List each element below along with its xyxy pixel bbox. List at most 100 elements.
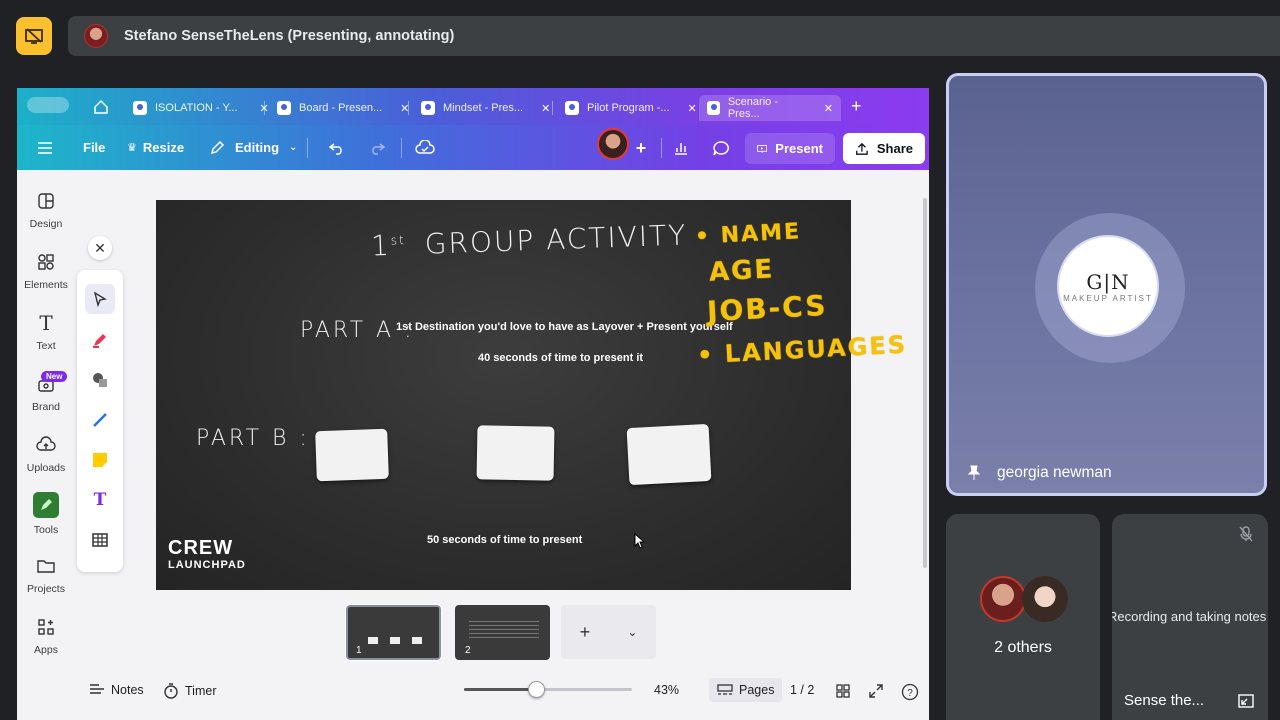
blank-card[interactable] xyxy=(315,428,389,482)
share-label: Share xyxy=(876,141,913,156)
vertical-scrollbar[interactable] xyxy=(923,198,927,568)
zoom-level[interactable]: 43% xyxy=(654,683,679,697)
add-page-button[interactable]: + ⌄ xyxy=(561,605,656,659)
layout-icon xyxy=(35,190,57,212)
blank-card[interactable] xyxy=(476,425,555,481)
collaborator-avatar[interactable] xyxy=(597,128,629,160)
left-sidebar: Design Elements T Text New Brand Uploads… xyxy=(17,170,75,720)
undo-button[interactable] xyxy=(323,134,351,162)
editing-mode-button[interactable]: Editing ⌄ xyxy=(209,125,297,170)
tab-board[interactable]: Board - Presen... ✕ xyxy=(269,95,417,121)
present-icon xyxy=(757,144,768,153)
tab-mindset[interactable]: Mindset - Pres... ✕ xyxy=(413,95,558,121)
canva-window: ISOLATION - Y... ✕ Board - Presen... ✕ M… xyxy=(17,88,929,720)
cloud-check-icon xyxy=(415,140,435,154)
cloud-upload-icon xyxy=(35,434,57,456)
page-number: 1 xyxy=(356,645,362,656)
present-button[interactable]: Present xyxy=(745,133,835,164)
tab-label: Mindset - Pres... xyxy=(443,102,524,114)
canva-tab-icon xyxy=(277,101,291,115)
tab-label: Pilot Program -... xyxy=(587,102,670,114)
annotation-job: JOB-CS xyxy=(706,288,829,329)
sidebar-item-text[interactable]: T Text xyxy=(17,311,75,352)
plus-icon: + xyxy=(635,137,647,158)
blank-card[interactable] xyxy=(626,423,712,486)
tab-isolation[interactable]: ISOLATION - Y... ✕ xyxy=(125,95,277,121)
bar-chart-icon xyxy=(675,143,687,155)
table-icon xyxy=(92,533,108,547)
sidebar-item-apps[interactable]: Apps xyxy=(17,616,75,656)
timer-button[interactable]: Timer xyxy=(163,683,216,699)
canva-tab-icon xyxy=(565,101,579,115)
tab-scenario[interactable]: Scenario - Pres... ✕ xyxy=(699,95,841,121)
sidebar-item-label: Apps xyxy=(34,644,58,656)
table-tool[interactable] xyxy=(85,525,115,555)
title-superscript: st xyxy=(390,232,406,248)
title-number: 1 xyxy=(370,228,392,263)
text-tool[interactable]: T xyxy=(85,485,115,515)
comment-button[interactable] xyxy=(707,134,735,162)
editor-toolbar: File ♛ Resize Editing ⌄ + Present Share xyxy=(17,125,929,170)
menu-icon[interactable] xyxy=(37,125,53,170)
cloud-saved-button[interactable] xyxy=(411,134,439,162)
undo-icon xyxy=(329,143,342,155)
sidebar-item-label: Design xyxy=(29,218,63,230)
pages-icon xyxy=(717,684,733,695)
new-tab-button[interactable]: + xyxy=(851,96,862,117)
zoom-slider[interactable] xyxy=(464,681,632,698)
help-icon: ? xyxy=(901,683,919,701)
home-icon[interactable] xyxy=(91,97,111,117)
editing-label: Editing xyxy=(235,140,280,155)
redo-button[interactable] xyxy=(363,134,391,162)
sidebar-item-design[interactable]: Design xyxy=(17,190,75,230)
close-palette-button[interactable]: ✕ xyxy=(88,236,112,260)
fullscreen-button[interactable] xyxy=(868,683,884,699)
add-collaborator-button[interactable]: + xyxy=(627,134,655,162)
expand-icon xyxy=(869,684,883,698)
plus-icon: + xyxy=(579,621,591,642)
close-tab-icon[interactable]: ✕ xyxy=(824,102,833,115)
redo-icon xyxy=(372,143,385,155)
line-tool[interactable] xyxy=(85,405,115,435)
participant-tile-georgia[interactable]: G|N MAKEUP ARTIST georgia newman xyxy=(946,73,1267,496)
close-tab-icon[interactable]: ✕ xyxy=(541,102,550,115)
sticky-note-tool[interactable] xyxy=(85,445,115,475)
pages-button[interactable]: Pages xyxy=(709,678,783,702)
sidebar-item-tools[interactable]: Tools xyxy=(17,492,75,536)
file-menu[interactable]: File xyxy=(83,125,105,170)
no-screen-share-icon xyxy=(25,28,43,44)
shape-tool[interactable] xyxy=(85,365,115,395)
sidebar-item-projects[interactable]: Projects xyxy=(17,555,75,595)
part-b-time: 50 seconds of time to present xyxy=(427,534,583,546)
sidebar-item-elements[interactable]: Elements xyxy=(17,251,75,291)
share-button[interactable]: Share xyxy=(843,133,925,164)
mouse-cursor-icon xyxy=(634,533,646,549)
sidebar-item-uploads[interactable]: Uploads xyxy=(17,434,75,474)
sidebar-item-label: Brand xyxy=(31,401,61,413)
resize-button[interactable]: ♛ Resize xyxy=(127,125,184,170)
zoom-slider-handle[interactable] xyxy=(528,681,546,698)
recording-status: Recording and taking notes xyxy=(1112,609,1267,624)
meet-app-icon[interactable] xyxy=(16,17,52,55)
chevron-down-icon[interactable]: ⌄ xyxy=(627,625,637,639)
marker-tool[interactable] xyxy=(85,325,115,355)
sidebar-toggle[interactable] xyxy=(27,97,69,113)
page-thumbnail-2[interactable]: 2 xyxy=(455,605,550,660)
part-a-time: 40 seconds of time to present it xyxy=(478,352,644,364)
sidebar-item-brand[interactable]: New Brand xyxy=(17,371,75,413)
participant-tile-others[interactable]: 2 others xyxy=(946,514,1100,720)
picture-in-picture-icon[interactable] xyxy=(1238,694,1254,708)
pin-icon[interactable] xyxy=(967,465,981,481)
zoom-slider-fill xyxy=(464,688,537,691)
tab-pilot-program[interactable]: Pilot Program -... ✕ xyxy=(557,95,705,121)
notes-button[interactable]: Notes xyxy=(89,683,144,697)
draw-tools-icon xyxy=(33,492,59,518)
participant-tile-notetaker[interactable]: Recording and taking notes Sense the... xyxy=(1112,514,1268,720)
page-thumbnail-1[interactable]: 1 xyxy=(345,604,442,661)
insights-button[interactable] xyxy=(667,134,695,162)
grid-view-button[interactable] xyxy=(835,683,851,699)
select-tool[interactable] xyxy=(85,284,115,314)
title-text: GROUP ACTIVITY xyxy=(424,218,688,261)
close-tab-icon[interactable]: ✕ xyxy=(688,102,697,115)
help-button[interactable]: ? xyxy=(901,683,919,701)
